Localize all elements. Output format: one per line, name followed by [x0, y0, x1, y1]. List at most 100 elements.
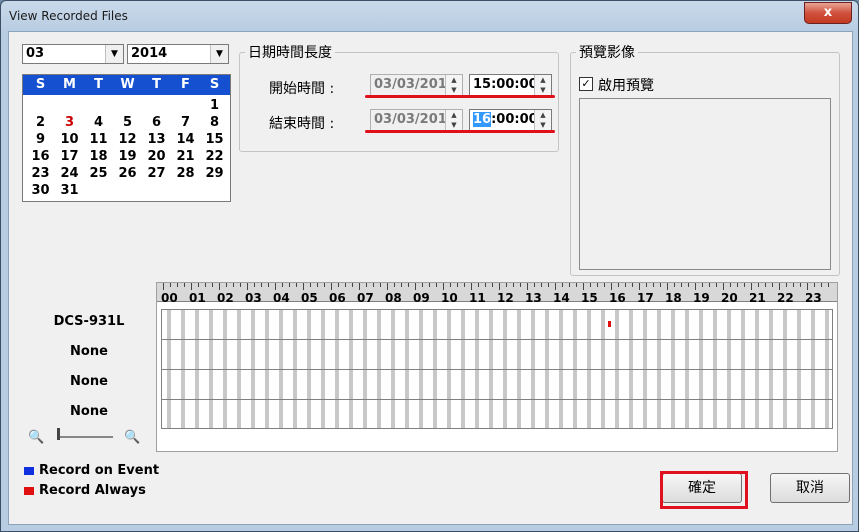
start-time-spinner[interactable]: ▲ ▼ [534, 75, 551, 95]
calendar-day[interactable]: 14 [171, 132, 200, 147]
calendar-day[interactable]: 10 [55, 132, 84, 147]
camera-label: DCS-931L [53, 314, 125, 329]
ruler-tick [338, 283, 339, 287]
ruler-tick [205, 283, 206, 287]
calendar-day[interactable]: 4 [84, 115, 113, 130]
calendar-day[interactable]: 20 [142, 149, 171, 164]
ruler-tick [765, 283, 766, 287]
ruler-tick [303, 283, 304, 290]
ruler-tick [212, 283, 213, 287]
calendar-day[interactable]: 5 [113, 115, 142, 130]
weekday-label: T [152, 77, 161, 92]
spin-down-icon[interactable]: ▼ [446, 120, 462, 130]
end-time-value: 16:00:00 [473, 112, 538, 127]
calendar-day[interactable]: 27 [142, 166, 171, 181]
zoom-in-icon[interactable]: 🔍 [124, 430, 140, 445]
start-date-value: 03/03/2014 [374, 77, 456, 92]
end-date-value: 03/03/2014 [374, 112, 456, 127]
calendar-day[interactable]: 28 [171, 166, 200, 181]
month-select[interactable]: 03 ▼ [22, 44, 124, 64]
ruler-tick [604, 283, 605, 287]
ruler-tick [807, 283, 808, 290]
calendar-day[interactable]: 12 [113, 132, 142, 147]
record-on-event-label: Record on Event [39, 463, 160, 478]
ruler-tick [492, 283, 493, 287]
ruler-tick [380, 283, 381, 287]
calendar-day[interactable]: 6 [142, 115, 171, 130]
calendar-day[interactable]: 17 [55, 149, 84, 164]
calendar-day[interactable]: 29 [200, 166, 229, 181]
preview-pane [579, 98, 831, 270]
calendar-day[interactable]: 13 [142, 132, 171, 147]
calendar-day[interactable]: 2 [26, 115, 55, 130]
end-date-spinner[interactable]: ▲ ▼ [445, 110, 462, 130]
hour-label: 23 [805, 291, 822, 305]
calendar-day[interactable]: 26 [113, 166, 142, 181]
ruler-tick [611, 283, 612, 290]
end-time-spinner[interactable]: ▲ ▼ [534, 110, 551, 130]
start-time-field[interactable]: 15:00:00 ▲ ▼ [469, 74, 552, 96]
hour-label: 05 [301, 291, 318, 305]
ruler-tick [625, 283, 626, 287]
month-calendar[interactable]: SMTWTFS 1 2 3 4 5 6 7 8 9 10 11 12 13 14 15 16 17 18 19 20 2… [22, 74, 231, 202]
calendar-day[interactable]: 15 [200, 132, 229, 147]
calendar-day[interactable]: 25 [84, 166, 113, 181]
title-bar[interactable]: View Recorded Files x [1, 1, 858, 31]
ruler-tick [632, 283, 633, 287]
calendar-day[interactable]: 19 [113, 149, 142, 164]
ruler-tick [688, 283, 689, 287]
timeline-grid[interactable] [161, 309, 833, 429]
ruler-tick [639, 283, 640, 290]
spin-up-icon[interactable]: ▲ [535, 75, 551, 85]
calendar-day[interactable]: 18 [84, 149, 113, 164]
calendar-day[interactable]: 3 [55, 115, 84, 130]
spin-up-icon[interactable]: ▲ [446, 110, 462, 120]
enable-preview-checkbox[interactable]: ✓ [579, 77, 593, 91]
hour-label: 12 [497, 291, 514, 305]
hour-label: 13 [525, 291, 542, 305]
zoom-out-icon[interactable]: 🔍 [28, 430, 44, 445]
ruler-tick [723, 283, 724, 290]
ruler-tick [261, 283, 262, 287]
zoom-slider-handle[interactable] [57, 428, 60, 440]
calendar-day[interactable]: 31 [55, 183, 84, 198]
recording-marker[interactable] [608, 321, 611, 327]
cancel-button[interactable]: 取消 [770, 473, 850, 503]
ruler-tick [233, 283, 234, 287]
close-button[interactable]: x [804, 2, 852, 24]
enable-preview-label: 啟用預覽 [598, 78, 654, 94]
spin-down-icon[interactable]: ▼ [535, 85, 551, 95]
year-select[interactable]: 2014 ▼ [127, 44, 229, 64]
record-always-label: Record Always [39, 483, 146, 498]
calendar-day[interactable]: 22 [200, 149, 229, 164]
start-date-field[interactable]: 03/03/2014 ▲ ▼ [370, 74, 463, 96]
start-date-spinner[interactable]: ▲ ▼ [445, 75, 462, 95]
ruler-tick [359, 283, 360, 290]
ruler-tick [219, 283, 220, 290]
calendar-day[interactable]: 30 [26, 183, 55, 198]
ruler-tick [247, 283, 248, 290]
zoom-slider-track[interactable] [57, 436, 113, 438]
calendar-day[interactable]: 21 [171, 149, 200, 164]
calendar-day[interactable]: 11 [84, 132, 113, 147]
calendar-day[interactable]: 9 [26, 132, 55, 147]
weekday-label: F [181, 77, 190, 92]
spin-down-icon[interactable]: ▼ [446, 85, 462, 95]
calendar-day[interactable]: 24 [55, 166, 84, 181]
weekday-label: M [63, 77, 76, 92]
calendar-day[interactable]: 16 [26, 149, 55, 164]
end-time-field[interactable]: 16:00:00 ▲ ▼ [469, 109, 552, 131]
start-time-label: 開始時間 : [269, 81, 335, 97]
calendar-day[interactable]: 8 [200, 115, 229, 130]
ruler-tick [352, 283, 353, 287]
calendar-day[interactable]: 1 [200, 98, 229, 113]
end-date-field[interactable]: 03/03/2014 ▲ ▼ [370, 109, 463, 131]
spin-up-icon[interactable]: ▲ [446, 75, 462, 85]
weekday-header: SMTWTFS [23, 75, 230, 95]
spin-down-icon[interactable]: ▼ [535, 120, 551, 130]
calendar-day[interactable]: 7 [171, 115, 200, 130]
calendar-day[interactable]: 23 [26, 166, 55, 181]
timeline-panel[interactable]: 00 01 02 03 04 05 06 07 08 09 10 11 12 13 14 15 16 17 18 19… [156, 282, 838, 452]
spin-up-icon[interactable]: ▲ [535, 110, 551, 120]
chevron-down-icon: ▼ [105, 45, 123, 63]
